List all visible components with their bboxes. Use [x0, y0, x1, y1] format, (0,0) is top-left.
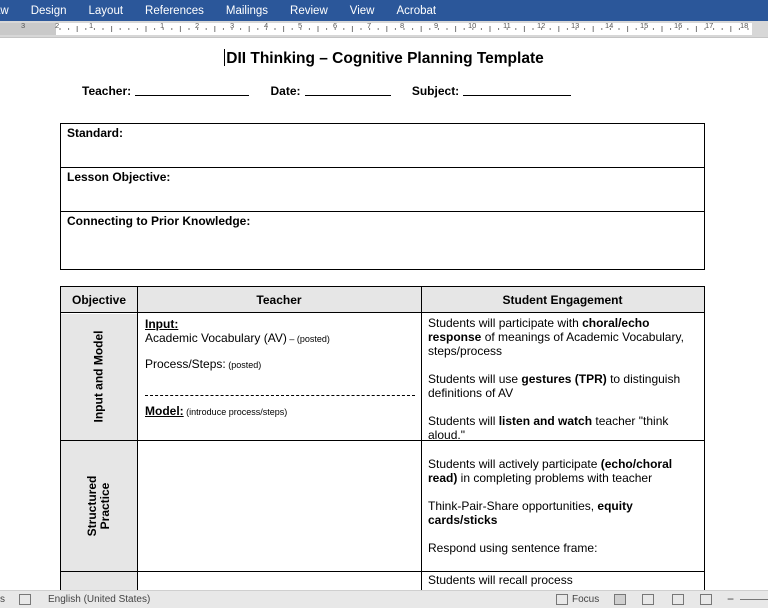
focus-icon[interactable] — [556, 594, 568, 605]
ruler-number: 9 — [434, 21, 439, 30]
student-header: Student Engagement — [421, 287, 704, 313]
ruler-number: 3 — [230, 21, 235, 30]
ruler-number: 16 — [674, 21, 683, 30]
teacher-cell-model[interactable]: Model: (introduce process/steps) — [145, 404, 415, 419]
ruler-number: 15 — [640, 21, 649, 30]
tab-draw[interactable]: aw — [0, 5, 20, 17]
standard-row[interactable]: Standard: — [61, 124, 704, 168]
input-model-label: Input and Model — [91, 330, 106, 423]
prior-knowledge-row[interactable]: Connecting to Prior Knowledge: — [61, 212, 704, 269]
ruler-number: 17 — [705, 21, 714, 30]
header-fields: Teacher: Date: Subject: — [82, 84, 589, 98]
date-blank — [304, 95, 391, 96]
student-cell-structured[interactable]: Students will actively participate (echo… — [428, 457, 700, 555]
lesson-objective-row[interactable]: Lesson Objective: — [61, 168, 704, 212]
ruler-number: 10 — [468, 21, 477, 30]
structured-practice-label: Structured Practice — [85, 475, 112, 537]
ruler-number: 4 — [264, 21, 269, 30]
tab-design[interactable]: Design — [20, 5, 78, 17]
teacher-blank — [135, 95, 250, 96]
objective-cell-input: Input and Model — [61, 314, 137, 440]
language-indicator[interactable]: English (United States) — [48, 594, 150, 605]
model-heading: Model: — [145, 404, 184, 418]
dashed-separator — [145, 395, 415, 396]
tab-references[interactable]: References — [134, 5, 215, 17]
proofing-icon[interactable] — [19, 594, 31, 605]
ruler-number: 7 — [367, 21, 372, 30]
teacher-field[interactable]: Teacher: — [82, 84, 250, 98]
page-count[interactable]: s — [0, 594, 5, 605]
standards-box: Standard: Lesson Objective: Connecting t… — [60, 123, 705, 270]
planning-table: Objective Teacher Student Engagement Inp… — [60, 286, 705, 590]
ribbon-tab-bar: aw Design Layout References Mailings Rev… — [0, 0, 768, 21]
teacher-cell-input[interactable]: Input: Academic Vocabulary (AV) – (poste… — [145, 317, 415, 372]
web-layout-icon[interactable] — [642, 594, 654, 605]
objective-header: Objective — [61, 287, 137, 313]
column-divider — [421, 287, 422, 590]
objective-cell-next — [61, 572, 137, 590]
objective-cell-structured: Structured Practice — [61, 441, 137, 571]
subject-field[interactable]: Subject: — [412, 84, 572, 98]
ruler-number: 3 — [21, 21, 26, 30]
ruler-number: 14 — [605, 21, 614, 30]
ruler-number: 13 — [571, 21, 580, 30]
ruler-number: 8 — [400, 21, 405, 30]
document-page[interactable]: DII Thinking – Cognitive Planning Templa… — [0, 38, 768, 590]
date-field[interactable]: Date: — [270, 84, 391, 98]
focus-button[interactable]: Focus — [572, 594, 599, 605]
ruler-number: 2 — [195, 21, 200, 30]
zoom-out-icon[interactable]: − — [727, 592, 734, 606]
tab-view[interactable]: View — [339, 5, 386, 17]
horizontal-ruler[interactable]: 3 2 1 1 2 3 4 5 6 7 8 9 10 11 12 13 14 1… — [0, 21, 768, 38]
ruler-number: 1 — [89, 21, 94, 30]
tab-layout[interactable]: Layout — [78, 5, 135, 17]
print-layout-icon[interactable] — [614, 594, 626, 605]
tab-review[interactable]: Review — [279, 5, 339, 17]
ruler-number: 1 — [160, 21, 165, 30]
teacher-header: Teacher — [137, 287, 421, 313]
input-heading: Input: — [145, 317, 179, 331]
ruler-number: 18 — [740, 21, 749, 30]
row-divider — [61, 571, 704, 572]
ruler-number: 11 — [503, 21, 511, 30]
student-cell-input[interactable]: Students will participate with choral/ec… — [428, 316, 700, 442]
ruler-number: 2 — [55, 21, 60, 30]
ruler-number: 6 — [333, 21, 338, 30]
outline-view-icon[interactable] — [672, 594, 684, 605]
status-bar: s English (United States) Focus − — [0, 590, 768, 608]
document-title[interactable]: DII Thinking – Cognitive Planning Templa… — [0, 49, 768, 68]
ruler-number: 12 — [537, 21, 546, 30]
subject-blank — [463, 95, 572, 96]
zoom-slider[interactable] — [740, 599, 768, 600]
student-cell-next[interactable]: Students will recall process — [428, 573, 700, 587]
ruler-number: 5 — [298, 21, 303, 30]
tab-mailings[interactable]: Mailings — [215, 5, 279, 17]
column-divider — [137, 287, 138, 590]
tab-acrobat[interactable]: Acrobat — [385, 5, 447, 17]
teacher-cell-structured[interactable] — [145, 445, 415, 565]
draft-view-icon[interactable] — [700, 594, 712, 605]
